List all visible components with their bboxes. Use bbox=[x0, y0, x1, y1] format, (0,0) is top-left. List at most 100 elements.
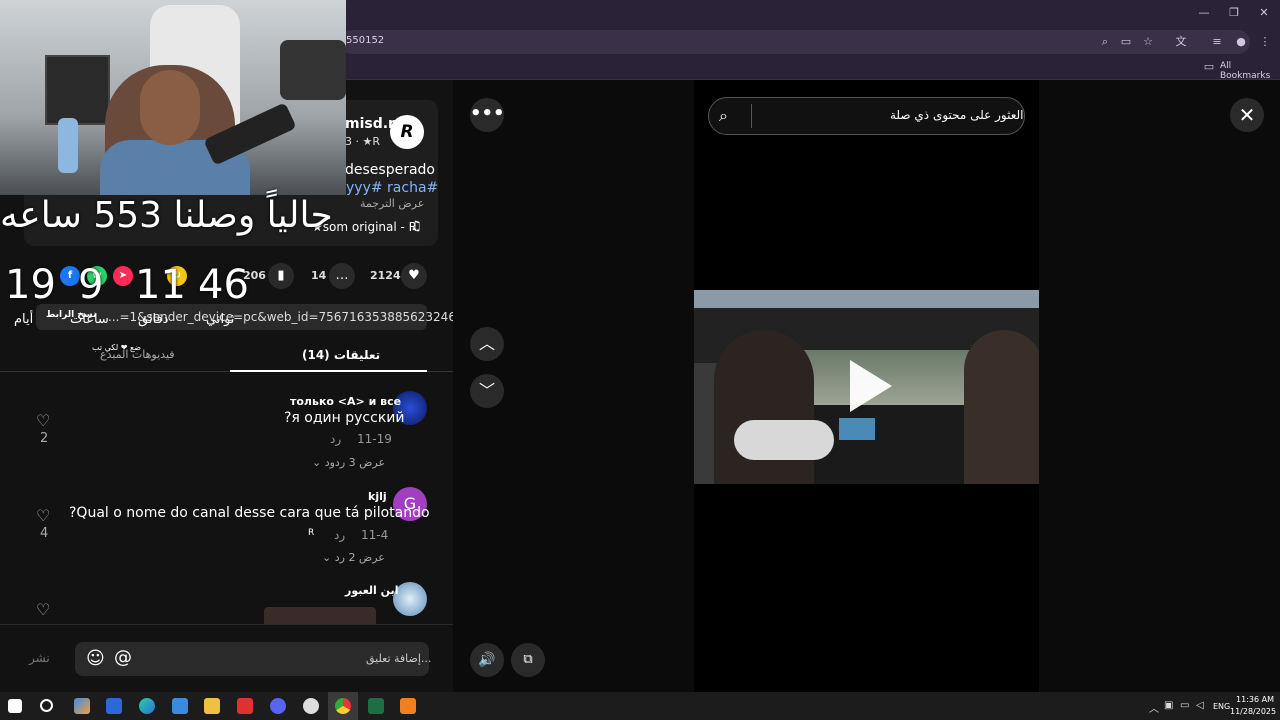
steam-icon[interactable] bbox=[303, 698, 319, 714]
zoom-icon[interactable]: ⌕ bbox=[1098, 35, 1112, 49]
language-indicator[interactable]: ENG bbox=[1213, 702, 1230, 711]
discord-icon[interactable] bbox=[270, 698, 286, 714]
countdown-days: 19 bbox=[5, 262, 56, 308]
countdown-minutes: 11 bbox=[135, 262, 186, 308]
url-text: 550152 bbox=[346, 35, 385, 46]
play-icon[interactable] bbox=[850, 360, 892, 412]
windows-start-icon[interactable] bbox=[8, 699, 22, 713]
comment-like-icon[interactable]: ♡ bbox=[36, 411, 50, 430]
tab-active-indicator bbox=[230, 370, 427, 372]
vlc-icon[interactable] bbox=[400, 698, 416, 714]
creator-subtitle: 3 · ★R bbox=[345, 135, 380, 148]
translate-icon[interactable]: 文 bbox=[1174, 35, 1188, 49]
reply-button[interactable]: رد bbox=[334, 528, 345, 542]
video-passenger bbox=[964, 330, 1039, 484]
commenter-name[interactable]: только <A> и все bbox=[290, 395, 401, 408]
wps-icon[interactable] bbox=[237, 698, 253, 714]
video-sky bbox=[694, 290, 1039, 308]
profile-icon[interactable]: ● bbox=[1234, 35, 1248, 49]
comment-like-count: 2 bbox=[40, 431, 49, 446]
countdown-seconds-label: ثواني bbox=[206, 312, 235, 327]
like-count: 2124 bbox=[370, 269, 401, 282]
minimize-button[interactable]: — bbox=[1196, 6, 1212, 19]
related-search-text[interactable]: العثور على محتوى ذي صلة bbox=[890, 108, 1024, 122]
restore-button[interactable]: ❐ bbox=[1226, 6, 1242, 19]
browser-menu-icon[interactable]: ⋮ bbox=[1258, 35, 1272, 49]
tray-app-icon[interactable]: ▣ bbox=[1164, 700, 1173, 711]
comment-image-thumbnail[interactable] bbox=[264, 607, 376, 624]
clock-date[interactable]: 11/28/2025 bbox=[1230, 707, 1276, 716]
creator-avatar[interactable]: R bbox=[390, 115, 424, 149]
mention-icon[interactable]: @ bbox=[114, 647, 132, 668]
wall-poster bbox=[45, 55, 110, 125]
streamer-face bbox=[140, 70, 200, 145]
comment-text: ?я один русский bbox=[284, 410, 405, 426]
media-queue-icon[interactable]: ≡ bbox=[1210, 35, 1224, 49]
comment-like-count: 4 bbox=[40, 526, 49, 541]
more-options-icon[interactable]: ••• bbox=[470, 98, 505, 132]
edge-icon[interactable] bbox=[139, 698, 155, 714]
water-bottle bbox=[58, 118, 78, 173]
picture-in-picture-icon[interactable]: ⧉ bbox=[511, 643, 545, 677]
chrome-icon[interactable] bbox=[335, 698, 351, 714]
music-note-icon: ♫ bbox=[410, 219, 422, 234]
view-replies-button[interactable]: ⌄ عرض 2 رد bbox=[322, 551, 385, 564]
volume-icon[interactable]: 🔊 bbox=[470, 643, 504, 677]
comment-text: ?Qual o nome do canal desse cara que tá … bbox=[69, 505, 430, 521]
taskbar-search-icon[interactable] bbox=[40, 699, 53, 712]
post-button[interactable]: نشر bbox=[29, 651, 50, 665]
chevron-down-icon[interactable]: ﹀ bbox=[470, 374, 504, 408]
tray-volume-icon[interactable]: ◁ bbox=[1196, 700, 1204, 711]
stream-overlay-headline: حالياً وصلنا 553 ساعه bbox=[0, 195, 333, 236]
send-icon[interactable]: ➤ bbox=[113, 266, 133, 286]
creator-username[interactable]: misd.r bbox=[345, 116, 395, 132]
search-divider bbox=[751, 104, 752, 128]
url-field[interactable] bbox=[340, 30, 1250, 54]
copilot-icon[interactable] bbox=[74, 698, 90, 714]
countdown-days-label: أيام bbox=[14, 312, 34, 327]
webcam-overlay bbox=[0, 0, 346, 195]
video-hashtags[interactable]: yyy# racha# bbox=[346, 180, 438, 196]
tray-chevron-icon[interactable]: ︿ bbox=[1149, 700, 1159, 715]
countdown-hours-label: ساعات bbox=[70, 312, 109, 327]
window-close-button[interactable]: ✕ bbox=[1256, 6, 1272, 19]
view-replies-button[interactable]: ⌄ عرض 3 ردود bbox=[312, 456, 385, 469]
store-icon[interactable] bbox=[172, 698, 188, 714]
background-equipment bbox=[280, 40, 346, 100]
chevron-up-icon[interactable]: ︿ bbox=[470, 327, 504, 361]
folder-icon: ▭ bbox=[1203, 60, 1215, 73]
tab-comments[interactable]: (14) تعليقات bbox=[302, 348, 380, 362]
video-driver bbox=[714, 330, 814, 484]
cast-icon[interactable]: ▭ bbox=[1119, 35, 1133, 49]
bookmark-star-icon[interactable]: ☆ bbox=[1141, 35, 1155, 49]
emoji-icon[interactable]: ☺ bbox=[86, 648, 105, 669]
creator-liked-badge: R bbox=[308, 528, 315, 538]
comment-date: 11-4 bbox=[361, 528, 389, 542]
comment-count: 14 bbox=[311, 269, 327, 282]
network-icon[interactable]: ▭ bbox=[1180, 700, 1189, 711]
comment-like-icon[interactable]: ♡ bbox=[36, 600, 50, 619]
bookmark-button[interactable]: ▮ bbox=[268, 263, 294, 289]
reply-button[interactable]: رد bbox=[330, 432, 341, 446]
commenter-name[interactable]: kjlj bbox=[368, 490, 387, 503]
view-replies-label: عرض 3 ردود bbox=[324, 456, 386, 469]
clock-time[interactable]: 11:36 AM bbox=[1236, 695, 1274, 704]
countdown-minutes-label: دقائق bbox=[138, 312, 169, 327]
all-bookmarks-link[interactable]: All Bookmarks bbox=[1220, 61, 1280, 81]
translate-link[interactable]: عرض الترجمة bbox=[360, 197, 424, 210]
mail-icon[interactable] bbox=[106, 698, 122, 714]
file-explorer-icon[interactable] bbox=[204, 698, 220, 714]
close-icon[interactable]: ✕ bbox=[1230, 98, 1264, 132]
excel-icon[interactable] bbox=[368, 698, 384, 714]
taskbar bbox=[0, 692, 1280, 720]
comment-placeholder[interactable]: إضافة تعليق... bbox=[366, 652, 431, 665]
view-replies-label: عرض 2 رد bbox=[334, 551, 385, 564]
video-infotainment bbox=[839, 418, 875, 440]
search-icon[interactable]: ⌕ bbox=[719, 106, 728, 126]
comment-button[interactable]: … bbox=[329, 263, 355, 289]
countdown-seconds: 46 bbox=[198, 262, 249, 308]
comment-like-icon[interactable]: ♡ bbox=[36, 506, 50, 525]
like-button[interactable]: ♥ bbox=[401, 263, 427, 289]
facebook-icon[interactable]: f bbox=[60, 266, 80, 286]
commenter-name[interactable]: ابن العبور bbox=[345, 584, 398, 597]
